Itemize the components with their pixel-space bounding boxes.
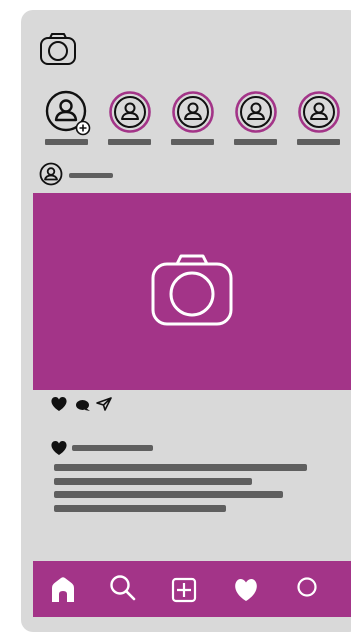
search-icon [110, 575, 136, 601]
heart-icon[interactable] [50, 396, 68, 412]
caption-line [54, 491, 283, 498]
story-name-placeholder [108, 139, 151, 145]
camera-icon [151, 254, 233, 326]
nav-activity[interactable] [228, 571, 264, 607]
likes-count-placeholder [72, 445, 153, 451]
bottom-nav [33, 561, 351, 617]
story-item[interactable] [108, 90, 152, 150]
user-icon [109, 91, 151, 133]
caption-line [54, 505, 226, 512]
user-icon [172, 91, 214, 133]
story-item[interactable] [171, 90, 215, 150]
send-icon[interactable] [95, 396, 113, 412]
plus-circle-icon[interactable] [75, 120, 91, 136]
story-name-placeholder [45, 139, 88, 145]
author-name-placeholder[interactable] [69, 173, 113, 178]
story-item[interactable] [234, 90, 278, 150]
user-icon [235, 91, 277, 133]
post-image[interactable] [33, 193, 351, 390]
story-name-placeholder [171, 139, 214, 145]
caption-line [54, 478, 252, 485]
add-icon [171, 577, 197, 603]
story-item[interactable] [297, 90, 341, 150]
nav-search[interactable] [105, 571, 141, 607]
story-own[interactable] [45, 90, 91, 150]
user-icon [298, 91, 340, 133]
heart-icon [235, 579, 257, 601]
user-icon[interactable] [39, 162, 63, 186]
nav-home[interactable] [45, 571, 81, 607]
nav-profile[interactable] [289, 571, 325, 607]
phone-frame [21, 10, 351, 632]
camera-icon[interactable] [39, 32, 77, 66]
story-name-placeholder [297, 139, 340, 145]
profile-icon [297, 577, 317, 597]
story-name-placeholder [234, 139, 277, 145]
heart-icon [51, 441, 67, 455]
caption-line [54, 464, 307, 471]
home-icon [52, 577, 74, 602]
nav-add[interactable] [166, 571, 202, 607]
comment-icon[interactable] [75, 399, 91, 412]
